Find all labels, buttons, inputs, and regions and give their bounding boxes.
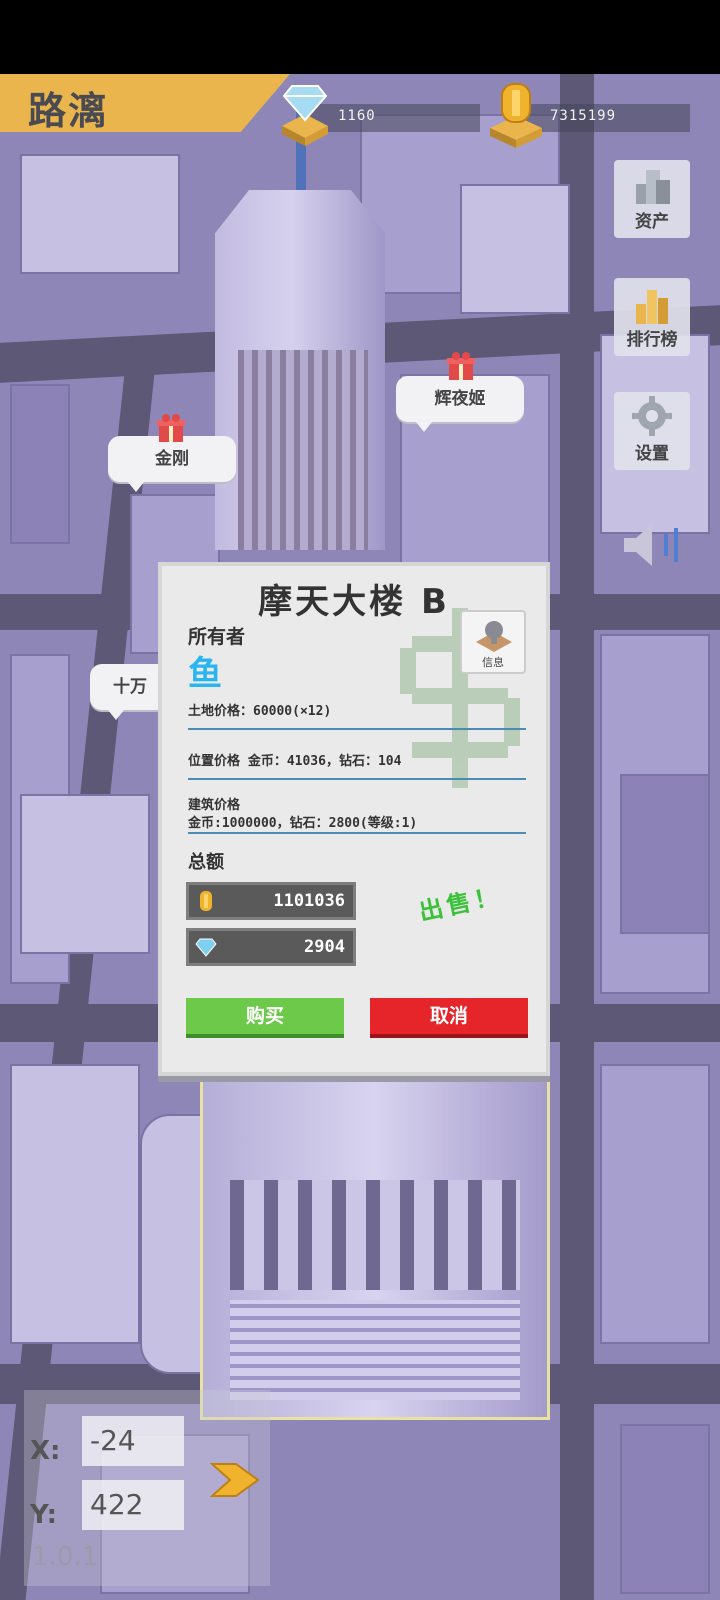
total-coins-box: 1101036 xyxy=(186,882,356,920)
coin-icon xyxy=(490,83,542,148)
info-icon xyxy=(476,621,512,652)
location-price: 位置价格 金币：41036，钻石：104 xyxy=(188,754,402,769)
coin-icon xyxy=(200,891,212,911)
total-diamonds: 2904 xyxy=(304,937,345,957)
buy-button[interactable]: 购买 xyxy=(186,998,344,1038)
total-coins: 1101036 xyxy=(273,891,345,911)
y-label: Y: xyxy=(30,1500,57,1530)
divider xyxy=(188,778,526,780)
assets-button[interactable]: 资产 xyxy=(614,160,690,238)
for-sale-tag: 出售！ xyxy=(416,881,505,927)
settings-button[interactable]: 设置 xyxy=(614,392,690,470)
building-columns xyxy=(230,1180,520,1290)
divider xyxy=(188,728,526,730)
leaderboard-button[interactable]: 排行榜 xyxy=(614,278,690,356)
status-bar xyxy=(0,0,720,74)
leaderboard-label: 排行榜 xyxy=(626,330,678,350)
tower-stripes xyxy=(238,350,368,550)
x-label: X: xyxy=(30,1436,61,1466)
gear-icon xyxy=(632,396,672,436)
y-value: 422 xyxy=(90,1488,144,1521)
building-price-label: 建筑价格 xyxy=(188,798,241,813)
info-label: 信息 xyxy=(482,656,504,669)
bubble-2-label: 辉夜姬 xyxy=(434,389,486,409)
trophy-bars-icon xyxy=(636,290,668,324)
version-label: 1.0.1 xyxy=(32,1542,99,1572)
gift-icon xyxy=(447,352,475,380)
info-button[interactable]: 信息 xyxy=(460,610,526,674)
settings-label: 设置 xyxy=(635,444,669,464)
owner-value: 鱼 xyxy=(188,654,222,694)
diamond-icon xyxy=(195,938,217,957)
assets-label: 资产 xyxy=(635,212,669,232)
gift-icon xyxy=(157,414,185,442)
bubble-3-label: 十万 xyxy=(113,677,147,697)
player-name: 路漓 xyxy=(28,89,109,133)
x-coordinate-input[interactable]: -24 xyxy=(82,1416,184,1466)
diamond-icon xyxy=(282,85,328,146)
x-value: -24 xyxy=(90,1424,136,1457)
coin-stack-icon xyxy=(636,170,670,204)
owner-bubble-2[interactable]: 辉夜姬 xyxy=(396,376,524,432)
coin-count: 7315199 xyxy=(550,108,617,124)
bubble-1-label: 金刚 xyxy=(155,449,189,469)
owner-label: 所有者 xyxy=(188,626,246,648)
speaker-icon[interactable] xyxy=(620,520,690,570)
player-name-tab: 路漓 xyxy=(0,74,290,132)
go-arrow-icon[interactable] xyxy=(210,1462,260,1498)
diamond-count: 1160 xyxy=(338,108,376,124)
land-price: 土地价格：60000(×12) xyxy=(188,704,332,719)
total-diamonds-box: 2904 xyxy=(186,928,356,966)
y-coordinate-input[interactable]: 422 xyxy=(82,1480,184,1530)
total-label: 总额 xyxy=(188,852,224,873)
purchase-dialog: 摩天大楼 B 所有者 鱼 信息 土地价格：60000(×12) 位置价格 金币：… xyxy=(158,562,550,1076)
building-bands xyxy=(230,1300,520,1400)
divider xyxy=(188,832,526,834)
cancel-button[interactable]: 取消 xyxy=(370,998,528,1038)
building-price: 金币:1000000，钻石：2800(等级:1) xyxy=(188,816,418,831)
